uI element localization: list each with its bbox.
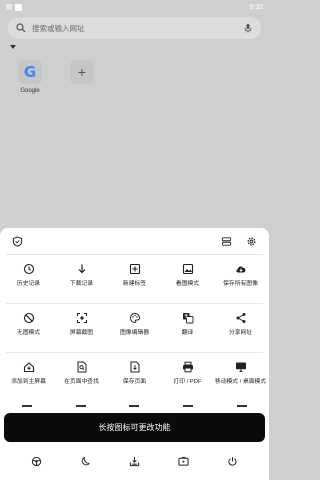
save-page-icon <box>130 361 139 373</box>
share-icon <box>236 313 245 323</box>
shortcut-google[interactable]: G Google <box>18 60 42 94</box>
translate-icon <box>182 313 193 324</box>
menu-item-save-page[interactable]: 保存页面 <box>108 353 161 401</box>
menu-item-label: 屏幕截图 <box>69 330 94 336</box>
menu-item-icon-partial <box>129 405 140 411</box>
toast-text: 长按图标可更改功能 <box>98 423 171 432</box>
toggle-layout-icon[interactable] <box>221 236 232 247</box>
chevron-down-icon[interactable] <box>10 45 16 49</box>
moon-icon[interactable] <box>80 456 91 467</box>
menu-item-image-editor[interactable]: 图像编辑器 <box>108 304 161 352</box>
menu-item-no-image-mode[interactable]: 无图模式 <box>2 304 55 352</box>
image-icon <box>182 263 193 275</box>
menu-item-label: 分享网址 <box>228 330 253 336</box>
menu-item-label: 下载记录 <box>69 281 94 287</box>
add-home-icon <box>23 362 34 373</box>
status-notification-icons <box>6 3 22 11</box>
menu-item-icon-partial <box>183 405 194 411</box>
notification-icon <box>6 4 12 10</box>
tablet-play-icon[interactable] <box>178 456 189 467</box>
menu-item-save-all-images[interactable]: 保存所有图像 <box>214 255 267 303</box>
search-input[interactable] <box>32 23 237 33</box>
notification-icon <box>15 3 22 11</box>
history-icon <box>23 263 34 275</box>
menu-item-label: 打印 / PDF <box>173 379 202 385</box>
menu-item-downloads[interactable]: 下载记录 <box>55 255 108 303</box>
menu-item-label: 看图模式 <box>175 281 200 287</box>
menu-item-icon-partial <box>75 405 86 411</box>
menu-item-label: 翻译 <box>181 330 194 336</box>
cloud-download-icon <box>235 266 245 273</box>
menu-item-history[interactable]: 历史记录 <box>2 255 55 303</box>
palette-icon <box>129 312 140 324</box>
menu-item-label: 保存页面 <box>122 379 147 385</box>
new-tab-icon <box>129 263 140 275</box>
menu-item-label: 无图模式 <box>16 330 41 336</box>
menu-item-icon-partial <box>21 405 32 411</box>
status-bar: 9:32 <box>0 0 269 14</box>
shield-icon[interactable] <box>12 235 23 247</box>
menu-grid: 历史记录 下载记录 新建标签 看图模式 保存所有图像 无图模式 屏幕截图 图像编… <box>0 255 269 401</box>
toast-message: 长按图标可更改功能 <box>4 413 265 442</box>
menu-item-label: 添加到主屏幕 <box>11 379 46 385</box>
download-tray-icon[interactable] <box>129 456 140 467</box>
download-icon <box>78 264 85 274</box>
menu-item-add-to-home[interactable]: 添加到主屏幕 <box>2 353 55 401</box>
menu-item-label: 图像编辑器 <box>120 330 149 336</box>
menu-item-label: 新建标签 <box>122 281 147 287</box>
menu-item-print[interactable]: 打印 / PDF <box>161 353 214 401</box>
menu-header <box>0 228 269 254</box>
power-icon[interactable] <box>227 456 238 467</box>
menu-item-label: 保存所有图像 <box>223 281 258 287</box>
menu-item-icon-partial <box>237 405 248 411</box>
menu-item-screenshot[interactable]: 屏幕截图 <box>55 304 108 352</box>
menu-item-translate[interactable]: 翻译 <box>161 304 214 352</box>
menu-item-find-in-page[interactable]: 在页面中查找 <box>55 353 108 401</box>
menu-item-image-mode[interactable]: 看图模式 <box>161 255 214 303</box>
bottom-toolbar <box>0 448 269 474</box>
menu-sheet: 历史记录 下载记录 新建标签 看图模式 保存所有图像 无图模式 屏幕截图 图像编… <box>0 228 269 480</box>
gear-icon[interactable] <box>246 236 257 247</box>
status-time: 9:32 <box>249 3 263 11</box>
print-icon <box>182 361 193 373</box>
search-icon <box>16 23 26 33</box>
search-bar[interactable] <box>8 17 261 39</box>
menu-item-label: 历史记录 <box>16 281 41 287</box>
shortcut-label: Google <box>20 88 40 94</box>
monitor-icon <box>235 362 246 373</box>
plus-icon: + <box>70 60 94 84</box>
menu-item-label: 移动模式 / 桌面模式 <box>214 379 267 385</box>
menu-item-label: 在页面中查找 <box>64 379 99 385</box>
add-shortcut-button[interactable]: + <box>70 60 94 84</box>
no-image-icon <box>23 312 34 324</box>
menu-item-desktop-mode[interactable]: 移动模式 / 桌面模式 <box>214 353 267 401</box>
find-in-page-icon <box>77 361 86 373</box>
steering-wheel-icon[interactable] <box>31 456 42 467</box>
menu-item-share-url[interactable]: 分享网址 <box>214 304 267 352</box>
screenshot-icon <box>76 312 87 324</box>
menu-item-new-tab[interactable]: 新建标签 <box>108 255 161 303</box>
google-logo-icon: G <box>18 60 42 84</box>
microphone-icon[interactable] <box>243 23 253 33</box>
